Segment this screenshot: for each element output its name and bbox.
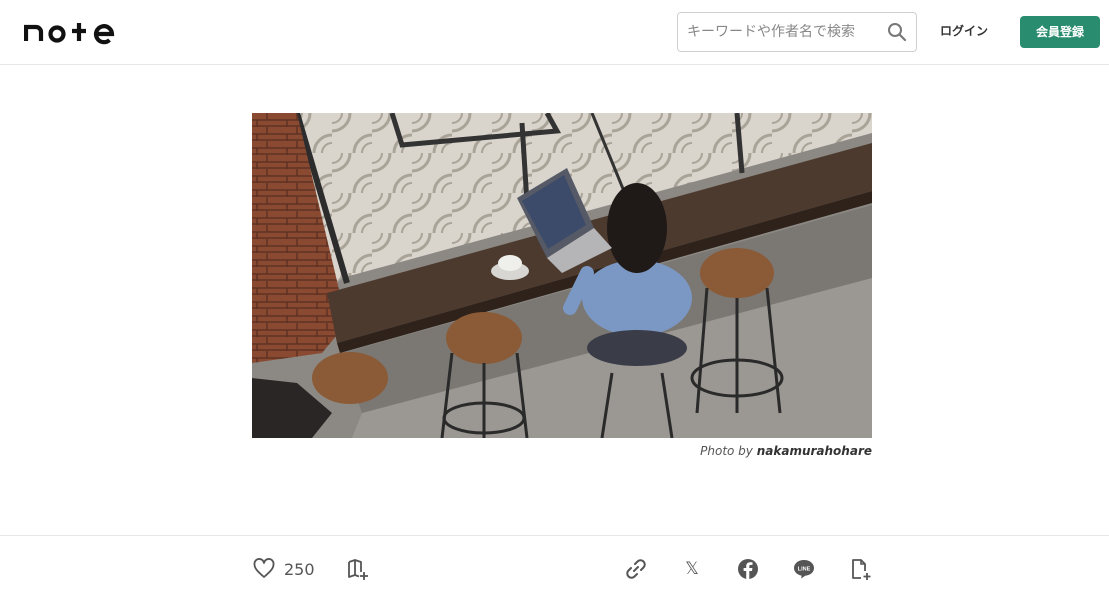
heart-icon [253,558,275,578]
share-facebook-button[interactable] [735,556,761,582]
facebook-icon [738,559,758,579]
note-add-icon [852,559,871,580]
copy-link-button[interactable] [623,556,649,582]
logo-mark [24,23,115,45]
cafe-photo [252,113,872,438]
credit-author[interactable]: nakamurahohare [757,444,872,458]
share-x-button[interactable]: 𝕏 [679,556,705,582]
share-line-button[interactable]: LINE [791,556,817,582]
article-hero-image [252,113,872,438]
site-header: ログイン 会員登録 [0,0,1109,65]
add-to-magazine-button[interactable] [345,556,371,582]
add-note-button[interactable] [847,556,873,582]
like-count: 250 [284,560,315,579]
search-button[interactable] [886,22,908,44]
link-icon [626,559,646,579]
note-logo[interactable] [24,17,124,47]
svg-text:LINE: LINE [798,567,811,573]
magazine-add-icon [348,559,368,580]
credit-prefix: Photo by [700,444,753,458]
like-button[interactable] [251,556,277,582]
search-box [677,12,917,52]
search-icon [888,23,907,42]
login-link[interactable]: ログイン [940,22,988,39]
x-icon: 𝕏 [685,559,699,579]
article-action-bar: 250 𝕏 LINE [0,535,1109,600]
photo-credit: Photo by nakamurahohare [252,444,872,458]
search-input[interactable] [679,14,879,50]
signup-button[interactable]: 会員登録 [1020,16,1100,48]
line-icon: LINE [794,560,814,579]
